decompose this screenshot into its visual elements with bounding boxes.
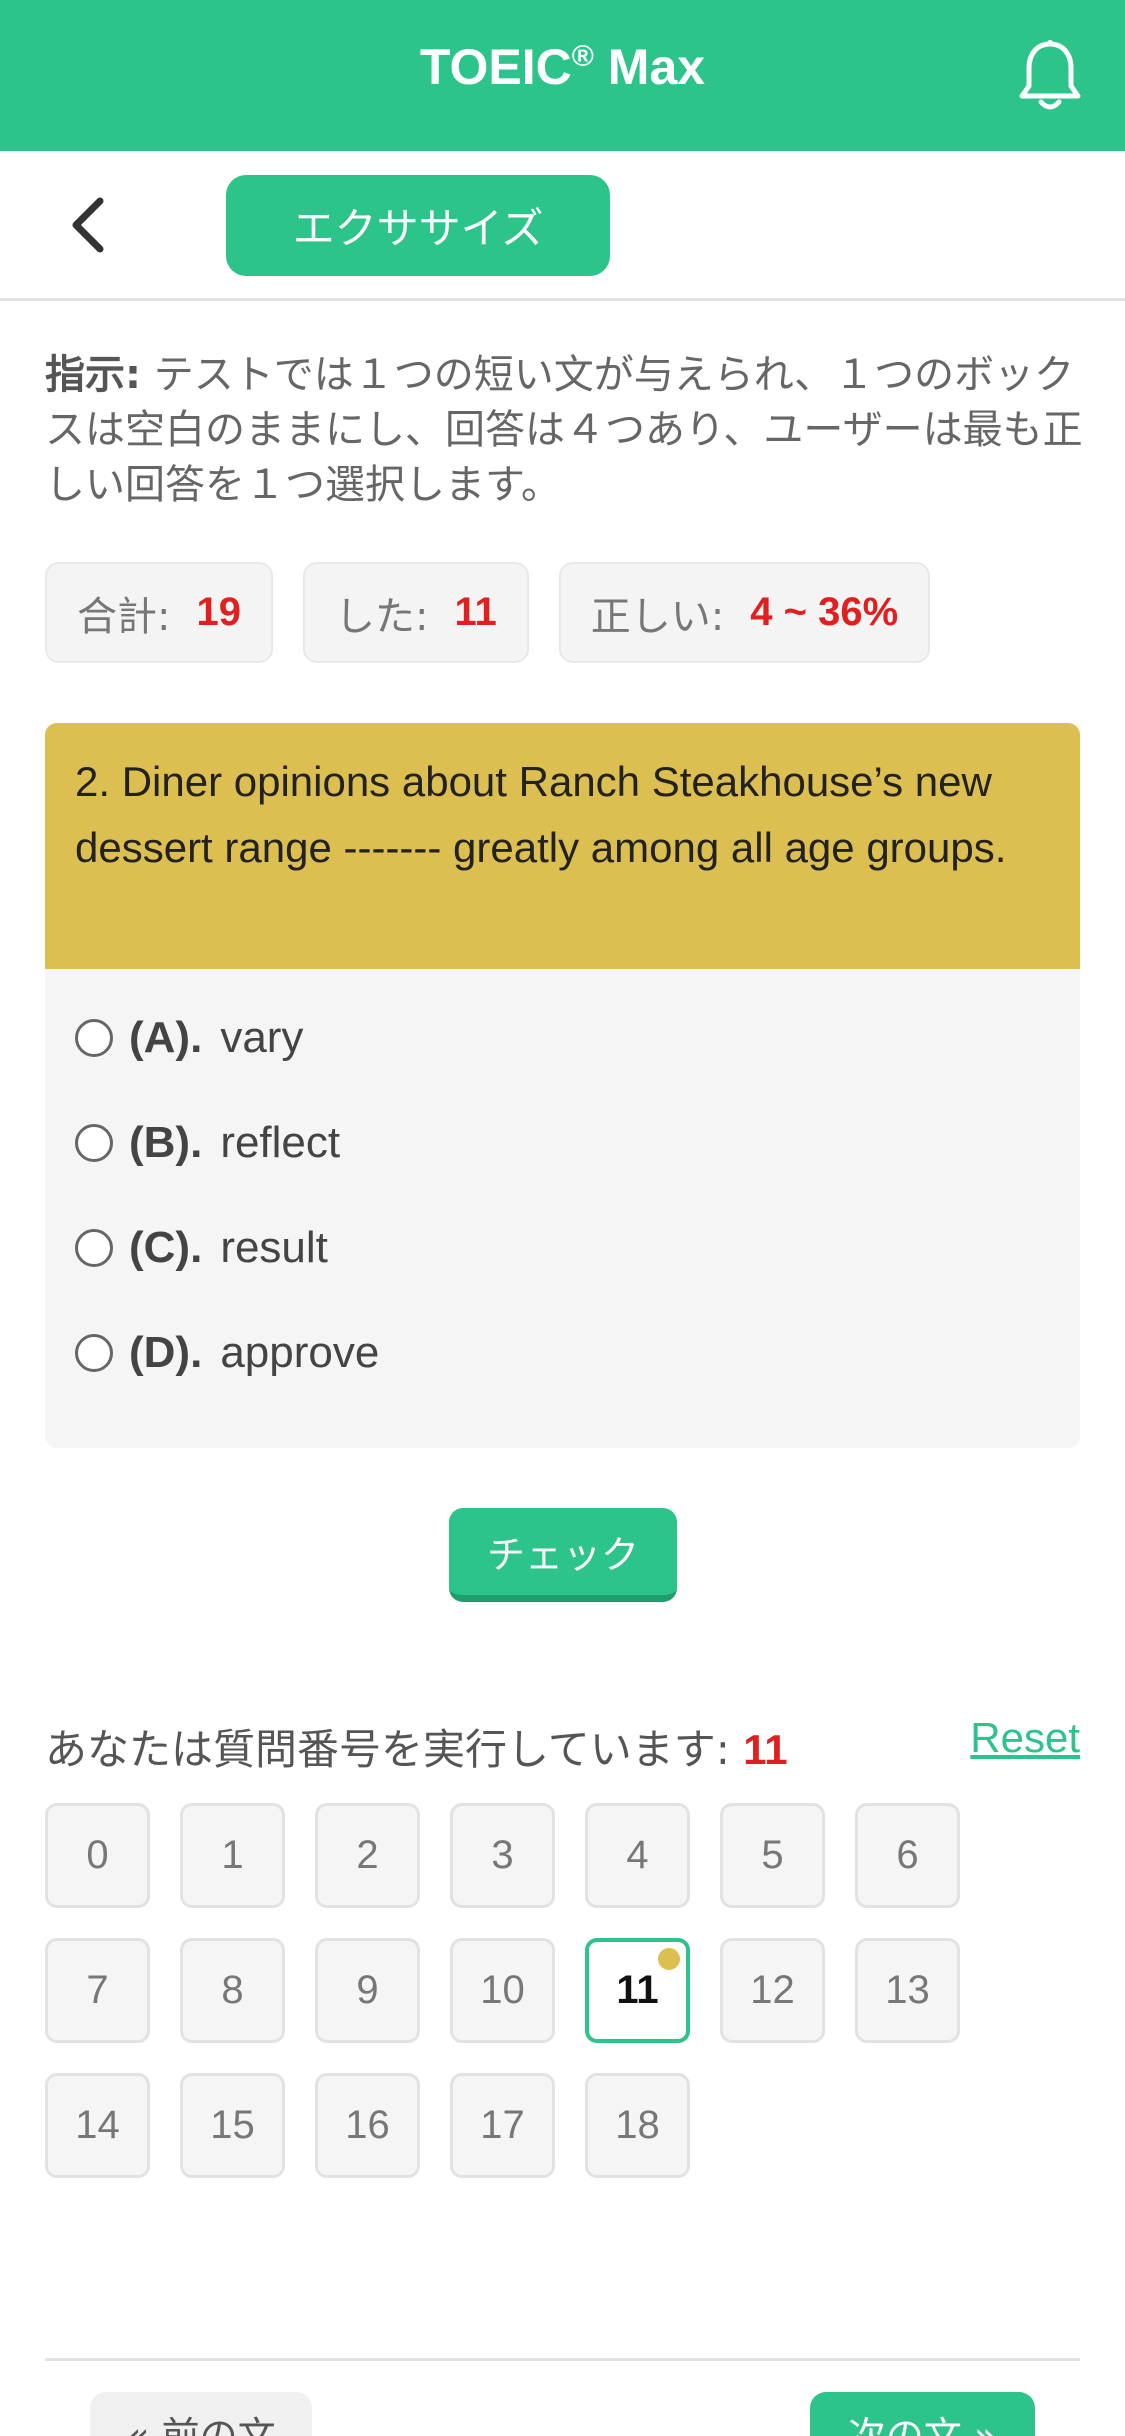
check-button[interactable]: チェック bbox=[449, 1508, 677, 1602]
question-number-button[interactable]: 15 bbox=[180, 2073, 285, 2178]
question-number-label: 11 bbox=[616, 1968, 659, 2012]
question-number-label: 17 bbox=[480, 2103, 525, 2147]
question-number-label: 0 bbox=[86, 1833, 109, 1877]
radio-button[interactable] bbox=[75, 1018, 113, 1057]
question-number-label: 3 bbox=[491, 1833, 514, 1877]
question-number-button[interactable]: 1 bbox=[180, 1803, 285, 1908]
progress-current: 11 bbox=[743, 1726, 788, 1773]
back-arrow-icon[interactable] bbox=[60, 195, 120, 255]
option-a[interactable]: (A). vary bbox=[45, 985, 1080, 1090]
app-title-tail: Max bbox=[593, 39, 706, 95]
app-bar: TOEIC® Max bbox=[0, 0, 1125, 151]
question-number-button[interactable]: 12 bbox=[720, 1938, 825, 2043]
question-number-button[interactable]: 13 bbox=[855, 1938, 960, 2043]
question-number-button[interactable]: 8 bbox=[180, 1938, 285, 2043]
instructions: 指示: テストでは１つの短い文が与えられ、１つのボックスは空白のままにし、回答は… bbox=[45, 348, 1085, 513]
question-number-label: 8 bbox=[221, 1968, 244, 2012]
question-text: 2. Diner opinions about Ranch Steakhouse… bbox=[45, 723, 1080, 969]
question-number-button[interactable]: 9 bbox=[315, 1938, 420, 2043]
stat-done-value: 11 bbox=[454, 590, 497, 634]
question-number-button[interactable]: 2 bbox=[315, 1803, 420, 1908]
question-number-button[interactable]: 16 bbox=[315, 2073, 420, 2178]
option-label: (D). bbox=[129, 1327, 203, 1377]
stat-correct: 正しい: 4 ~ 36% bbox=[558, 562, 931, 663]
current-indicator-dot bbox=[658, 1948, 680, 1970]
question-number-button[interactable]: 3 bbox=[450, 1803, 555, 1908]
option-d[interactable]: (D). approve bbox=[45, 1300, 1080, 1405]
question-number-label: 6 bbox=[896, 1833, 919, 1877]
bell-icon[interactable] bbox=[1017, 38, 1083, 114]
question-number-grid: 0 1 2 3 4 5 6 7 8 9 10 11 12 13 14 15 16 17 18 bbox=[45, 1803, 1045, 2178]
option-label: (C). bbox=[129, 1222, 203, 1272]
stat-correct-value: 4 ~ 36% bbox=[750, 590, 899, 634]
question-number-label: 1 bbox=[221, 1833, 244, 1877]
progress-status: あなたは質問番号を実行しています: 11 bbox=[45, 1716, 788, 1777]
stats-bar: 合計: 19 した: 11 正しい: 4 ~ 36% bbox=[45, 562, 931, 663]
app-title-registered: ® bbox=[571, 40, 594, 73]
stat-total-value: 19 bbox=[196, 590, 241, 634]
exercise-tab-button[interactable]: エクササイズ bbox=[226, 175, 610, 276]
question-number-label: 18 bbox=[615, 2103, 660, 2147]
question-number-button[interactable]: 14 bbox=[45, 2073, 150, 2178]
instructions-text: テストでは１つの短い文が与えられ、１つのボックスは空白のままにし、回答は４つあり… bbox=[45, 352, 1083, 508]
question-number-label: 5 bbox=[761, 1833, 784, 1877]
stat-done: した: 11 bbox=[302, 562, 529, 663]
question-number-label: 15 bbox=[210, 2103, 255, 2147]
option-c[interactable]: (C). result bbox=[45, 1195, 1080, 1300]
app-title: TOEIC® Max bbox=[0, 38, 1125, 96]
stat-correct-label: 正しい: bbox=[590, 593, 725, 640]
question-number-label: 7 bbox=[86, 1968, 109, 2012]
question-card: 2. Diner opinions about Ranch Steakhouse… bbox=[45, 723, 1080, 1448]
stat-total-label: 合計: bbox=[77, 593, 171, 640]
stat-total: 合計: 19 bbox=[45, 562, 273, 663]
question-number-label: 4 bbox=[626, 1833, 649, 1877]
toolbar: エクササイズ bbox=[0, 151, 1125, 301]
question-number-label: 14 bbox=[75, 2103, 120, 2147]
stat-done-label: した: bbox=[334, 593, 429, 640]
question-number-button[interactable]: 0 bbox=[45, 1803, 150, 1908]
option-text: reflect bbox=[220, 1117, 341, 1167]
option-label: (A). bbox=[129, 1012, 203, 1062]
question-number-label: 9 bbox=[356, 1968, 379, 2012]
radio-button[interactable] bbox=[75, 1333, 113, 1372]
previous-sentence-button[interactable]: « 前の文 bbox=[90, 2392, 312, 2436]
option-b[interactable]: (B). reflect bbox=[45, 1090, 1080, 1195]
question-number-button[interactable]: 5 bbox=[720, 1803, 825, 1908]
reset-link[interactable]: Reset bbox=[970, 1714, 1080, 1762]
radio-button[interactable] bbox=[75, 1228, 113, 1267]
instructions-label: 指示: bbox=[45, 352, 141, 398]
question-number-button[interactable]: 7 bbox=[45, 1938, 150, 2043]
answer-options: (A). vary (B). reflect (C). result (D). … bbox=[45, 969, 1080, 1405]
divider bbox=[45, 2358, 1080, 2361]
question-number-button[interactable]: 6 bbox=[855, 1803, 960, 1908]
question-number-label: 12 bbox=[750, 1968, 795, 2012]
progress-text: あなたは質問番号を実行しています: bbox=[45, 1725, 744, 1774]
radio-button[interactable] bbox=[75, 1123, 113, 1162]
option-text: result bbox=[220, 1222, 328, 1272]
question-number-button[interactable]: 17 bbox=[450, 2073, 555, 2178]
option-label: (B). bbox=[129, 1117, 203, 1167]
question-number-label: 16 bbox=[345, 2103, 390, 2147]
option-text: approve bbox=[220, 1327, 380, 1377]
question-number-button[interactable]: 4 bbox=[585, 1803, 690, 1908]
app-title-main: TOEIC bbox=[419, 39, 572, 95]
question-number-button[interactable]: 10 bbox=[450, 1938, 555, 2043]
next-sentence-button[interactable]: 次の文 » bbox=[810, 2392, 1035, 2436]
question-number-label: 10 bbox=[480, 1968, 525, 2012]
question-number-label: 2 bbox=[356, 1833, 379, 1877]
question-number-button[interactable]: 18 bbox=[585, 2073, 690, 2178]
option-text: vary bbox=[220, 1012, 304, 1062]
question-number-button[interactable]: 11 bbox=[585, 1938, 690, 2043]
question-number-label: 13 bbox=[885, 1968, 930, 2012]
